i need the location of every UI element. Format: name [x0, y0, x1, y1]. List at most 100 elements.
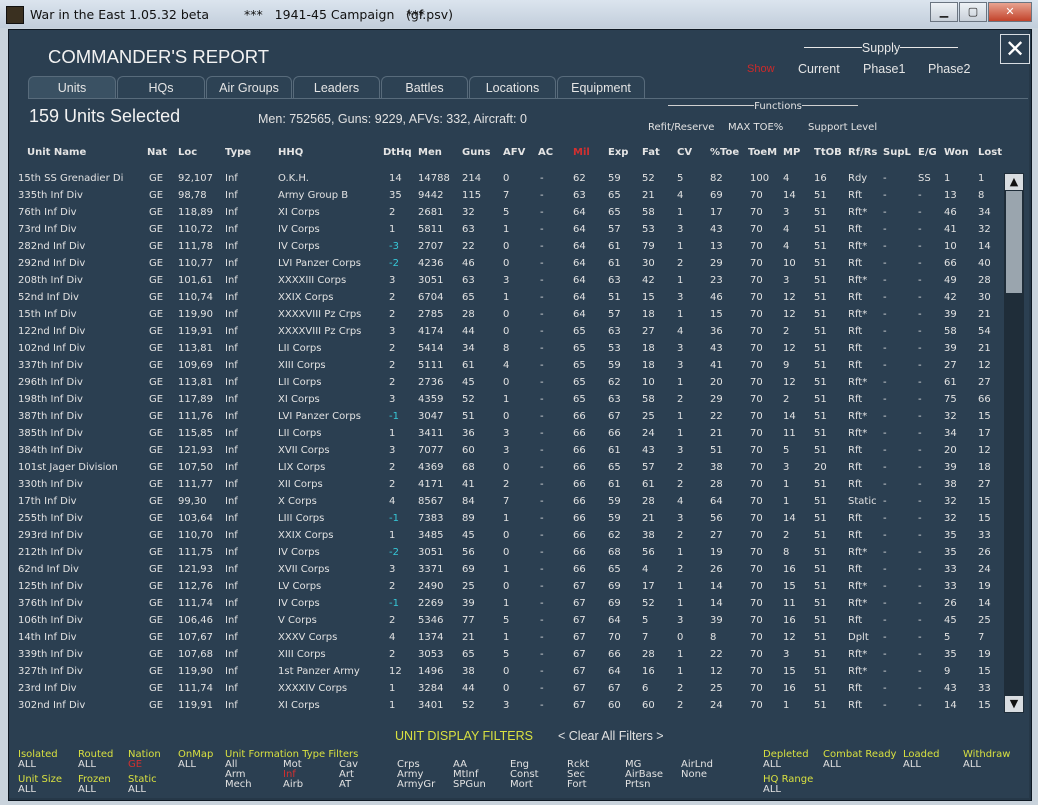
cell-unit-name[interactable]: 330th Inf Div — [18, 479, 83, 490]
cell-hhq[interactable]: LII Corps — [278, 377, 321, 388]
table-row[interactable]: 296th Inf Div GE 113,81 Inf LII Corps 2 2736 45… — [0, 375, 1010, 392]
table-row[interactable]: 387th Inf Div GE 111,76 Inf LVI Panzer Corps… — [0, 409, 1010, 426]
cell-hhq[interactable]: XXXXVIII Pz Crps — [278, 326, 361, 337]
table-row[interactable]: 335th Inf Div GE 98,78 Inf Army Group B 35 944… — [0, 188, 1010, 205]
tab-battles[interactable]: Battles — [381, 76, 468, 98]
table-row[interactable]: 384th Inf Div GE 121,93 Inf XVII Corps 3 7077 6… — [0, 443, 1010, 460]
cell-hhq[interactable]: XXXXIV Corps — [278, 683, 347, 694]
table-row[interactable]: 337th Inf Div GE 109,69 Inf XIII Corps 2 5111 6… — [0, 358, 1010, 375]
cell-hhq[interactable]: IV Corps — [278, 598, 320, 609]
cell-hhq[interactable]: LV Corps — [278, 581, 321, 592]
cell-hhq[interactable]: LII Corps — [278, 428, 321, 439]
cell-unit-name[interactable]: 15th SS Grenadier Di — [18, 173, 123, 184]
col-header-won[interactable]: Won — [944, 147, 969, 158]
cell-hhq[interactable]: XI Corps — [278, 394, 320, 405]
tab-equipment[interactable]: Equipment — [557, 76, 645, 98]
cell-hhq[interactable]: IV Corps — [278, 547, 320, 558]
filter-type-none[interactable]: None — [681, 769, 707, 780]
minimize-button[interactable]: ▁ — [930, 2, 958, 22]
table-row[interactable]: 76th Inf Div GE 118,89 Inf XI Corps 2 2681 32 5 -… — [0, 205, 1010, 222]
col-header-exp[interactable]: Exp — [608, 147, 628, 158]
cell-hhq[interactable]: XIII Corps — [278, 649, 326, 660]
cell-unit-name[interactable]: 208th Inf Div — [18, 275, 83, 286]
cell-hhq[interactable]: XII Corps — [278, 479, 323, 490]
cell-unit-name[interactable]: 335th Inf Div — [18, 190, 83, 201]
cell-hhq[interactable]: XVII Corps — [278, 564, 330, 575]
cell-unit-name[interactable]: 282nd Inf Div — [18, 241, 85, 252]
col-header-rfrs[interactable]: Rf/Rs — [848, 147, 877, 158]
cell-unit-name[interactable]: 76th Inf Div — [18, 207, 77, 218]
cell-unit-name[interactable]: 293rd Inf Div — [18, 530, 83, 541]
table-row[interactable]: 52nd Inf Div GE 110,74 Inf XXIX Corps 2 6704 65… — [0, 290, 1010, 307]
col-header-dthq[interactable]: DtHq — [383, 147, 412, 158]
scroll-down-button[interactable]: ▼ — [1005, 696, 1023, 712]
cell-hhq[interactable]: 1st Panzer Army — [278, 666, 360, 677]
col-header-type[interactable]: Type — [225, 147, 251, 158]
col-header-fat[interactable]: Fat — [642, 147, 660, 158]
filter-type-armygr[interactable]: ArmyGr — [397, 779, 435, 790]
filter-type-at[interactable]: AT — [339, 779, 351, 790]
table-row[interactable]: 101st Jager Division GE 107,50 Inf LIX Corps… — [0, 460, 1010, 477]
cell-unit-name[interactable]: 14th Inf Div — [18, 632, 77, 643]
table-row[interactable]: 125th Inf Div GE 112,76 Inf LV Corps 2 2490 25 0… — [0, 579, 1010, 596]
cell-unit-name[interactable]: 292nd Inf Div — [18, 258, 85, 269]
col-header-guns[interactable]: Guns — [462, 147, 490, 158]
tab-air-groups[interactable]: Air Groups — [206, 76, 292, 98]
cell-unit-name[interactable]: 212th Inf Div — [18, 547, 83, 558]
cell-unit-name[interactable]: 122nd Inf Div — [18, 326, 85, 337]
supply-show-toggle[interactable]: Show — [747, 63, 775, 75]
col-header-eg[interactable]: E/G — [918, 147, 937, 158]
table-row[interactable]: 339th Inf Div GE 107,68 Inf XIII Corps 2 3053 6… — [0, 647, 1010, 664]
table-row[interactable]: 102nd Inf Div GE 113,81 Inf LII Corps 2 5414 34… — [0, 341, 1010, 358]
cell-unit-name[interactable]: 15th Inf Div — [18, 309, 77, 320]
table-row[interactable]: 212th Inf Div GE 111,75 Inf IV Corps -2 3051 56… — [0, 545, 1010, 562]
table-row[interactable]: 73rd Inf Div GE 110,72 Inf IV Corps 1 5811 63 1 -… — [0, 222, 1010, 239]
table-scrollbar[interactable]: ▲ ▼ — [1004, 173, 1024, 713]
table-row[interactable]: 62nd Inf Div GE 121,93 Inf XVII Corps 3 3371 69… — [0, 562, 1010, 579]
table-row[interactable]: 208th Inf Div GE 101,61 Inf XXXXIII Corps 3 30… — [0, 273, 1010, 290]
cell-unit-name[interactable]: 339th Inf Div — [18, 649, 83, 660]
cell-unit-name[interactable]: 296th Inf Div — [18, 377, 83, 388]
col-header-ttob[interactable]: TtOB — [814, 147, 842, 158]
table-row[interactable]: 255th Inf Div GE 103,64 Inf LIII Corps -1 7383… — [0, 511, 1010, 528]
col-header-toe[interactable]: %Toe — [710, 147, 739, 158]
table-row[interactable]: 198th Inf Div GE 117,89 Inf XI Corps 3 4359 52 1… — [0, 392, 1010, 409]
cell-unit-name[interactable]: 327th Inf Div — [18, 666, 83, 677]
filter-frozen-value[interactable]: ALL — [78, 784, 96, 795]
filter-type-mech[interactable]: Mech — [225, 779, 252, 790]
support-level-button[interactable]: Support Level — [808, 122, 877, 133]
col-header-men[interactable]: Men — [418, 147, 442, 158]
cell-unit-name[interactable]: 62nd Inf Div — [18, 564, 79, 575]
col-header-loc[interactable]: Loc — [178, 147, 197, 158]
cell-hhq[interactable]: V Corps — [278, 615, 317, 626]
filter-isolated-value[interactable]: ALL — [18, 759, 36, 770]
table-row[interactable]: 15th SS Grenadier Di GE 92,107 Inf O.K.H. 14 1… — [0, 171, 1010, 188]
cell-hhq[interactable]: Army Group B — [278, 190, 348, 201]
cell-unit-name[interactable]: 101st Jager Division — [18, 462, 118, 473]
table-row[interactable]: 14th Inf Div GE 107,67 Inf XXXV Corps 4 1374 21… — [0, 630, 1010, 647]
table-row[interactable]: 293rd Inf Div GE 110,70 Inf XXIX Corps 1 3485 4… — [0, 528, 1010, 545]
cell-hhq[interactable]: IV Corps — [278, 241, 320, 252]
cell-unit-name[interactable]: 384th Inf Div — [18, 445, 83, 456]
cell-hhq[interactable]: XIII Corps — [278, 360, 326, 371]
cell-hhq[interactable]: XXIX Corps — [278, 530, 333, 541]
max-toe-button[interactable]: MAX TOE% — [728, 122, 783, 133]
table-row[interactable]: 376th Inf Div GE 111,74 Inf IV Corps -1 2269 39… — [0, 596, 1010, 613]
col-header-ac[interactable]: AC — [538, 147, 553, 158]
cell-unit-name[interactable]: 106th Inf Div — [18, 615, 83, 626]
filter-onmap-value[interactable]: ALL — [178, 759, 196, 770]
table-row[interactable]: 385th Inf Div GE 115,85 Inf LII Corps 1 3411 36… — [0, 426, 1010, 443]
scroll-thumb[interactable] — [1006, 191, 1022, 293]
cell-unit-name[interactable]: 198th Inf Div — [18, 394, 83, 405]
supply-phase2-button[interactable]: Phase2 — [928, 62, 970, 76]
cell-hhq[interactable]: LIX Corps — [278, 462, 325, 473]
col-header-lost[interactable]: Lost — [978, 147, 1002, 158]
cell-unit-name[interactable]: 385th Inf Div — [18, 428, 83, 439]
col-header-hhq[interactable]: HHQ — [278, 147, 303, 158]
cell-hhq[interactable]: XI Corps — [278, 207, 320, 218]
col-header-supl[interactable]: SupL — [883, 147, 911, 158]
filter-static-value[interactable]: ALL — [128, 784, 146, 795]
filter-type-prtsn[interactable]: Prtsn — [625, 779, 650, 790]
cell-unit-name[interactable]: 102nd Inf Div — [18, 343, 85, 354]
filter-combat-ready-value[interactable]: ALL — [823, 759, 841, 770]
